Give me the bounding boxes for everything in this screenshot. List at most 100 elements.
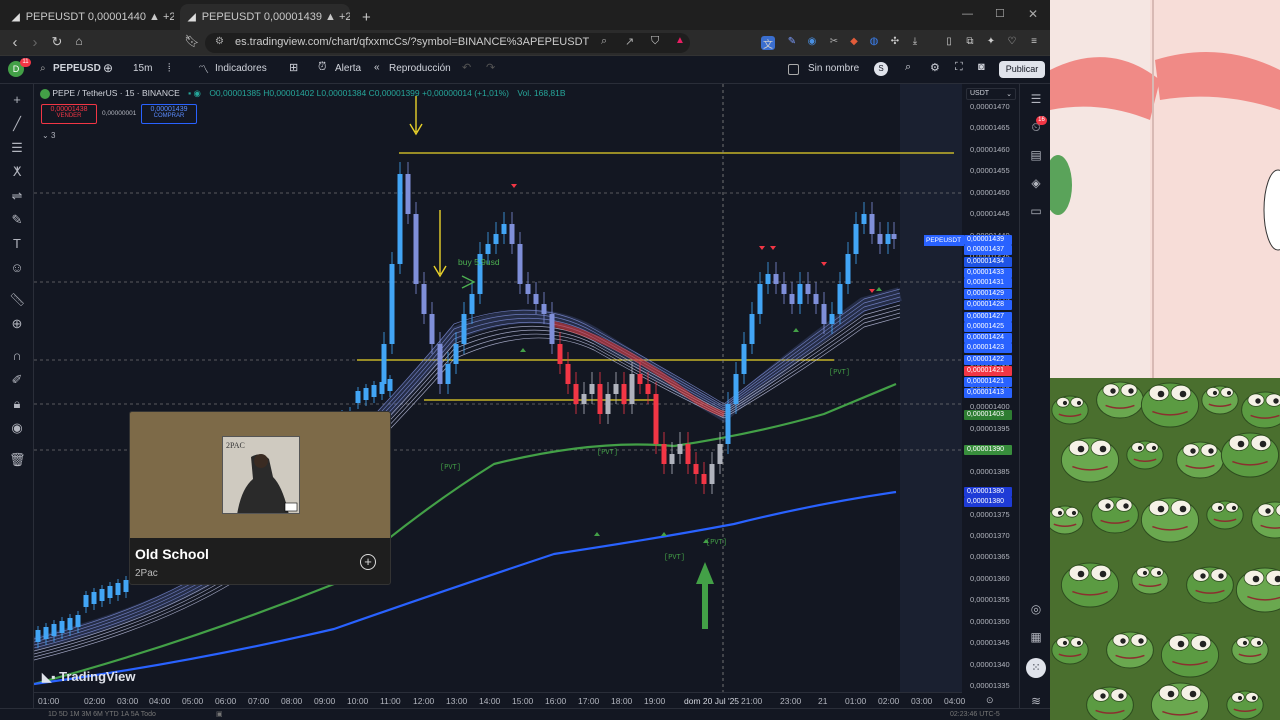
brush-icon[interactable]: ✎ (9, 212, 25, 228)
minimize-button[interactable]: — (962, 8, 973, 20)
indicators-button[interactable]: Indicadores (215, 63, 267, 74)
sell-button[interactable]: 0,00001438 VENDER (41, 104, 97, 124)
chat-icon[interactable]: ▭ (1028, 204, 1044, 220)
calendar-icon[interactable]: ▦ (1028, 630, 1044, 646)
sidebar-icon[interactable]: ▯ (942, 36, 956, 50)
ruler-icon[interactable]: 📏︎ (9, 292, 26, 308)
chevron-down-icon: ⌄ (1006, 91, 1012, 98)
goto-date-icon[interactable]: ⊙ (986, 695, 994, 706)
settings-gear-icon[interactable]: ⚙ (930, 61, 940, 74)
pen-extension-icon[interactable]: ✎ (785, 36, 799, 50)
bookmark-icon[interactable]: 🔖︎ (183, 34, 201, 48)
price-axis[interactable]: USDT ⌄ 0,00001470 0,00001465 0,00001460 0,00… (962, 84, 1019, 692)
symbol-search-icon[interactable]: ⌕ (40, 63, 46, 74)
undo-icon[interactable]: ↶ (462, 61, 471, 74)
tools-extension-icon[interactable]: ✂ (827, 36, 841, 50)
buy-button[interactable]: 0,00001439 COMPRAR (141, 104, 197, 124)
browser-tab-2[interactable]: ◢ PEPEUSDT 0,00001439 ▲ +2,64% ✕ (180, 4, 350, 30)
reload-icon[interactable]: ↻ (48, 34, 66, 50)
indicators-collapse-button[interactable]: ⌄ 3 (42, 131, 55, 140)
crosshair-icon[interactable]: + (9, 92, 25, 108)
candle-body (637, 374, 643, 384)
new-tab-button[interactable]: + (354, 4, 374, 30)
interval-button[interactable]: 15m (133, 63, 152, 74)
range-buttons[interactable]: 1D 5D 1M 3M 6M YTD 1A 5A Todo (48, 711, 156, 718)
layout-name-button[interactable]: Sin nombre (808, 63, 859, 74)
frog-pupil (1226, 390, 1232, 396)
close-window-button[interactable]: ✕ (1028, 7, 1038, 21)
trash-icon[interactable]: 🗑︎ (9, 452, 26, 468)
translate-icon[interactable]: 文 (761, 36, 775, 51)
buy-note-annotation[interactable]: buy 5,9usd (458, 257, 500, 267)
watchlist-icon[interactable]: ☰ (1028, 92, 1044, 108)
candle-body (453, 344, 459, 364)
forward-icon[interactable]: › (26, 34, 44, 51)
fib-tool-icon[interactable]: ☰ (9, 140, 25, 156)
zoom-in-icon[interactable]: ⊕ (9, 316, 25, 332)
replay-button[interactable]: Reproducción (389, 63, 451, 74)
publish-button[interactable]: Publicar (999, 61, 1045, 78)
forecast-tool-icon[interactable]: ⇌ (9, 188, 25, 204)
frog-pupil (1179, 390, 1187, 398)
news-icon[interactable]: ▤ (1028, 148, 1044, 164)
search-icon[interactable]: ⌕ (601, 35, 607, 48)
stay-drawing-icon[interactable]: ✐ (9, 372, 25, 388)
now-playing-popup[interactable]: 2PAC Old School 2Pac + (129, 411, 391, 585)
symbol-price-tag: PEPEUSDT (924, 235, 964, 246)
layout-save-badge[interactable]: S (874, 62, 888, 76)
chart-canvas[interactable]: [PVT] [PVT] [PVT] [PVT] [PVT] (34, 84, 1019, 692)
candle-type-icon[interactable]: ⦙ (168, 62, 170, 75)
home-icon[interactable]: ⌂ (70, 34, 88, 48)
browser-tab-1[interactable]: ◢ PEPEUSDT 0,00001440 ▲ +2,71% Sin (4, 4, 174, 30)
emoji-icon[interactable]: ☺ (9, 260, 25, 276)
add-song-button[interactable]: + (360, 554, 376, 570)
audio-extension-icon[interactable]: ◉ (805, 36, 819, 50)
tab-groups-icon[interactable]: ⧉ (963, 36, 977, 50)
date-range-icon[interactable]: ▣ (216, 710, 223, 718)
layout-icon[interactable] (788, 64, 799, 75)
candle-body (597, 384, 603, 414)
shield-icon[interactable]: ⛉ (651, 35, 659, 48)
fox-extension-icon[interactable]: ◆ (847, 36, 861, 50)
candle-body (653, 394, 659, 444)
tradingview-watermark[interactable]: ◣▪ TradingView (42, 669, 135, 684)
price-label: 0,00001470 (970, 102, 1010, 111)
copilot-icon[interactable]: ✦ (984, 36, 998, 50)
candle-body (413, 214, 419, 284)
magnet-icon[interactable]: ∩ (9, 348, 25, 364)
time-axis[interactable]: 01:00 02:00 03:00 04:00 05:00 06:00 07:00 08:00… (34, 692, 994, 708)
url-field[interactable]: ⚙ es.tradingview.com/chart/qfxxmcCs/?sym… (205, 33, 690, 53)
alert-button[interactable]: Alerta (335, 63, 361, 74)
menu-icon[interactable]: ≡ (1027, 36, 1041, 50)
currency-selector[interactable]: USDT ⌄ (966, 88, 1016, 100)
site-info-icon[interactable]: ⚙ (215, 36, 224, 47)
browser-essentials-icon[interactable]: ♡ (1005, 36, 1019, 50)
share-icon[interactable]: ↗ (625, 35, 634, 48)
price-chart[interactable]: [PVT] [PVT] [PVT] [PVT] [PVT] (34, 84, 1019, 692)
back-icon[interactable]: ‹ (6, 34, 24, 51)
downloads-icon[interactable]: ⤓ (908, 36, 922, 50)
lock-icon[interactable]: 🔒︎ (9, 396, 25, 412)
pattern-tool-icon[interactable]: ⵅ (9, 164, 25, 180)
eye-icon[interactable]: ◉ (9, 420, 25, 436)
apps-grid-icon[interactable]: ⁙ (1026, 658, 1046, 678)
quick-search-icon[interactable]: ⌕ (905, 61, 911, 74)
trend-line-icon[interactable]: ╱ (9, 116, 25, 132)
fullscreen-icon[interactable]: ⛶ (955, 61, 963, 74)
templates-icon[interactable]: ⊞ (289, 61, 298, 74)
price-label: 0,00001465 (970, 123, 1010, 133)
compare-symbol-icon[interactable]: ⊕ (103, 61, 113, 75)
target-icon[interactable]: ◎ (1028, 602, 1044, 618)
redo-icon[interactable]: ↷ (486, 61, 495, 74)
vpn-extension-icon[interactable]: ◍ (867, 36, 881, 50)
camera-icon[interactable]: ◙ (978, 61, 985, 73)
text-tool-icon[interactable]: T (9, 236, 25, 252)
frog-pupil (1077, 445, 1085, 453)
extensions-puzzle-icon[interactable]: ✣ (888, 36, 902, 50)
maximize-button[interactable]: ☐ (995, 7, 1005, 20)
pair-title[interactable]: PEPE / TetherUS · 15 · BINANCE (52, 88, 179, 98)
layers-icon[interactable]: ◈ (1028, 176, 1044, 192)
frog-pupil (1110, 388, 1116, 394)
symbol-button[interactable]: PEPEUSD (53, 63, 101, 74)
extension-alert-icon[interactable]: ▲ (675, 35, 685, 46)
